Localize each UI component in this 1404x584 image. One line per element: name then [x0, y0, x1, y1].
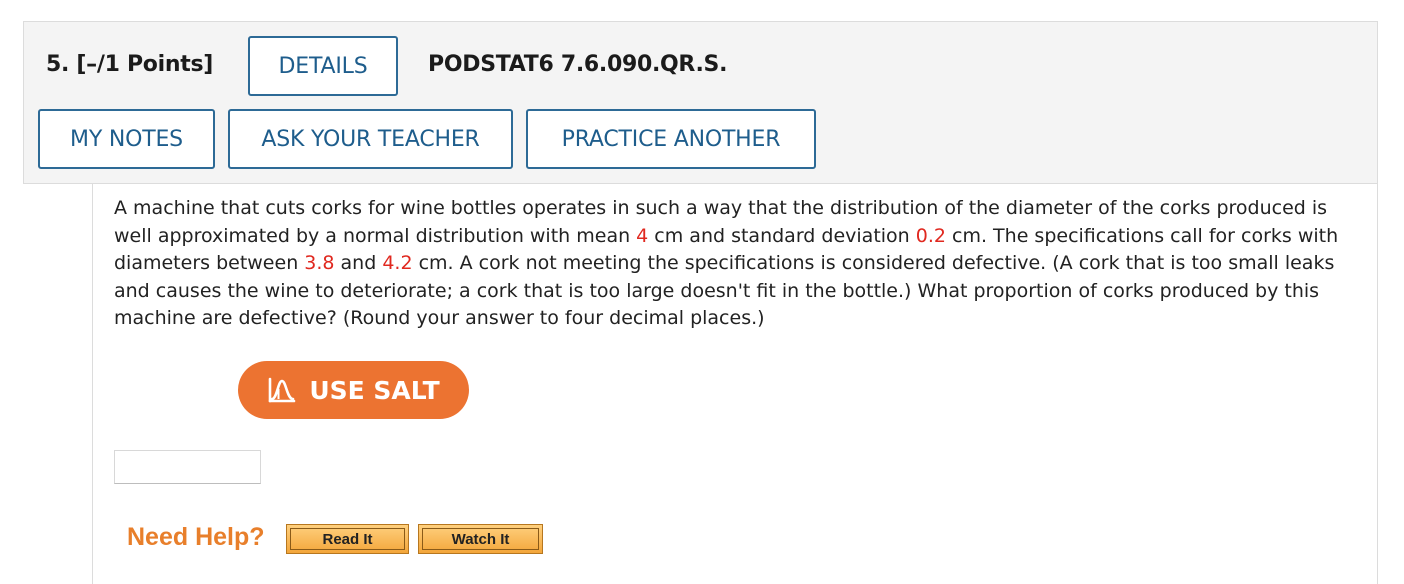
my-notes-button[interactable]: MY NOTES	[38, 109, 215, 169]
answer-input[interactable]	[114, 450, 261, 484]
read-it-button[interactable]: Read It	[286, 524, 409, 554]
practice-another-button[interactable]: PRACTICE ANOTHER	[526, 109, 816, 169]
sd-value: 0.2	[915, 224, 946, 247]
read-it-label: Read It	[290, 528, 405, 550]
details-button[interactable]: DETAILS	[248, 36, 398, 96]
watch-it-button[interactable]: Watch It	[418, 524, 543, 554]
need-help-label: Need Help?	[127, 523, 265, 551]
question-text-part: cm and standard deviation	[648, 224, 916, 247]
mean-value: 4	[636, 224, 649, 247]
use-salt-button[interactable]: USE SALT	[238, 361, 469, 419]
high-spec-value: 4.2	[382, 252, 413, 274]
ask-your-teacher-button[interactable]: ASK YOUR TEACHER	[228, 109, 513, 169]
question-text-part: and	[334, 252, 383, 274]
question-text: A machine that cuts corks for wine bottl…	[114, 195, 1364, 333]
question-points: 5. [–/1 Points]	[46, 52, 213, 77]
question-code: PODSTAT6 7.6.090.QR.S.	[428, 52, 728, 77]
watch-it-label: Watch It	[422, 528, 539, 550]
bell-curve-icon	[267, 375, 297, 405]
use-salt-label: USE SALT	[309, 375, 440, 405]
low-spec-value: 3.8	[304, 252, 335, 274]
